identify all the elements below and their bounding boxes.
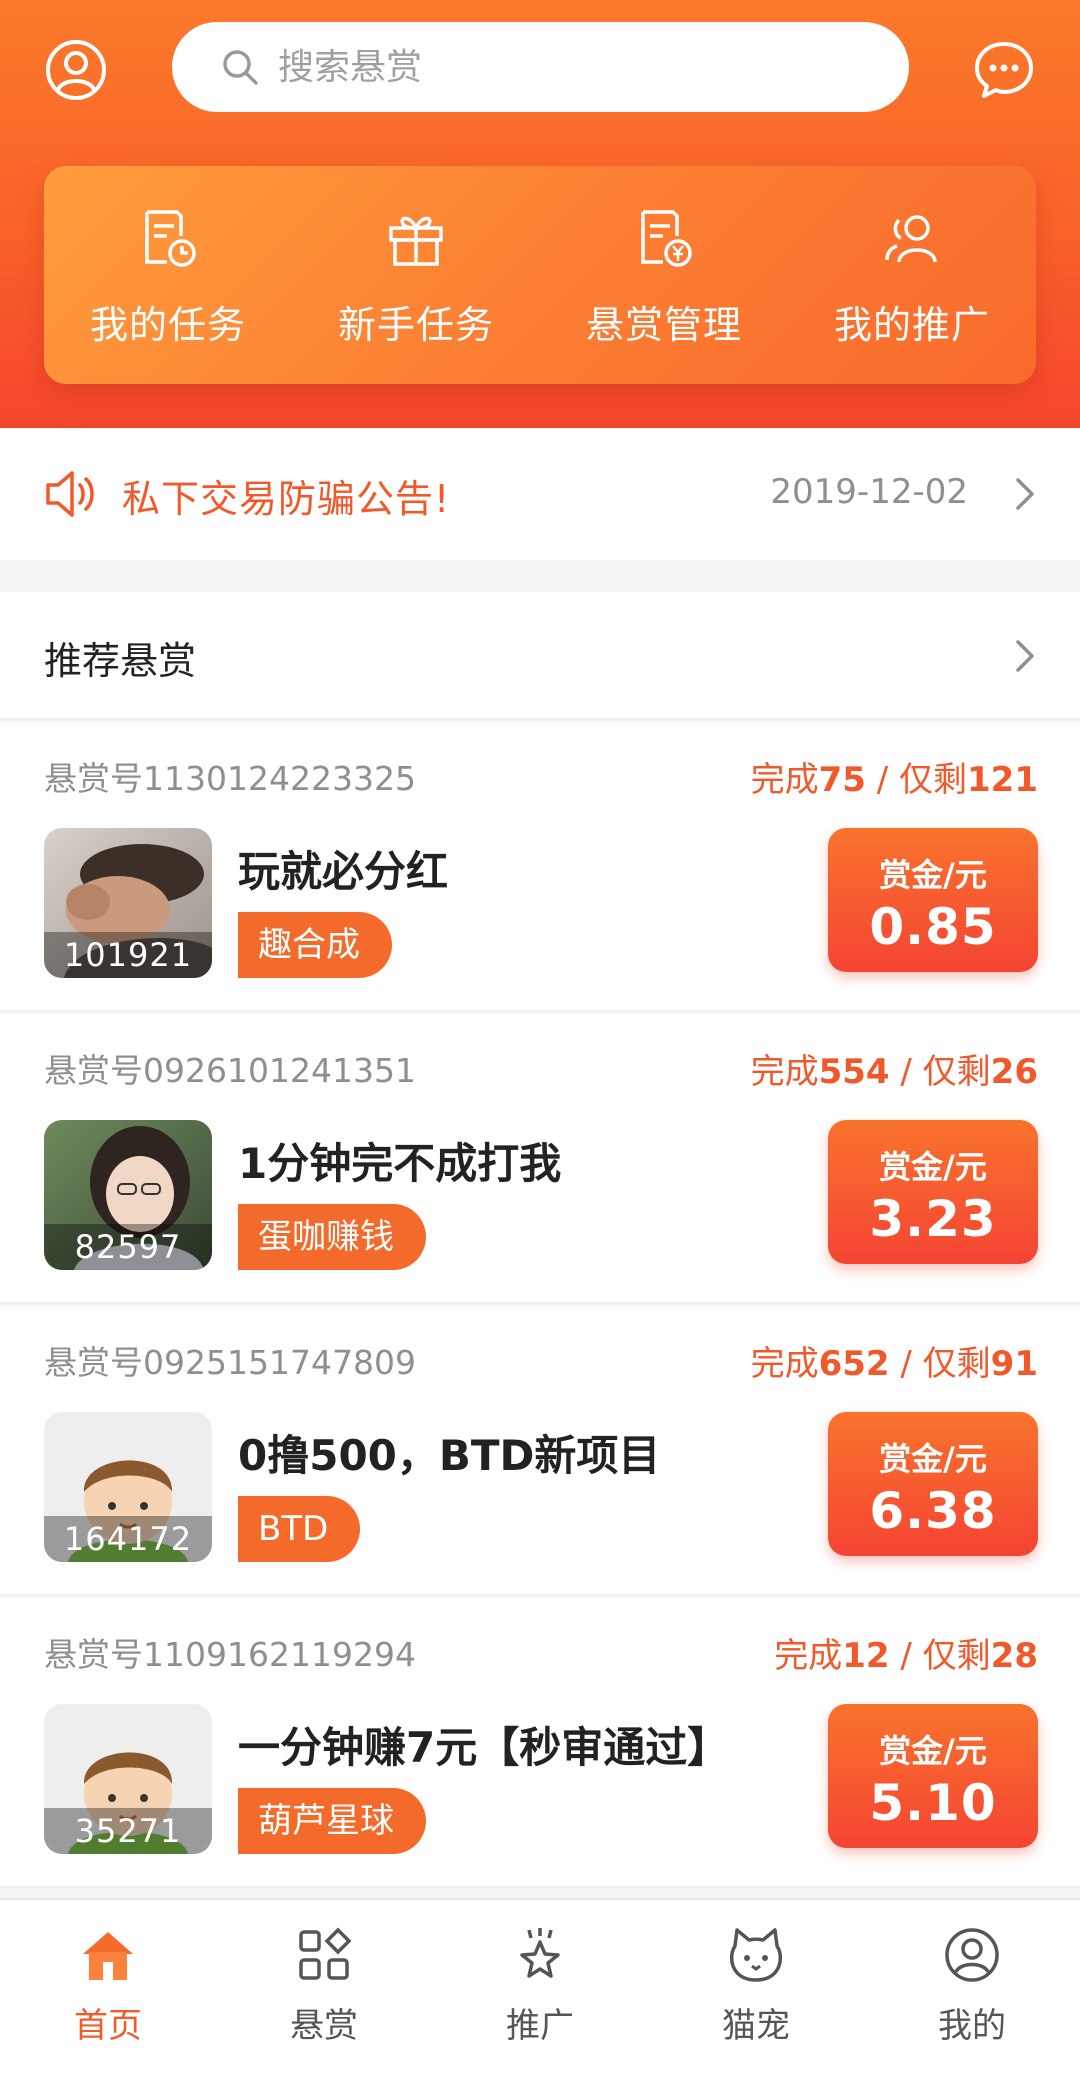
notice-date: 2019-12-02 bbox=[770, 472, 968, 512]
profile-icon bbox=[945, 1928, 999, 1982]
reward-badge[interactable]: 赏金/元 3.23 bbox=[828, 1120, 1038, 1264]
nav-label: 猫宠 bbox=[722, 2006, 790, 2046]
task-title: 1分钟完不成打我 bbox=[238, 1139, 562, 1188]
grid-icon bbox=[299, 1927, 352, 1980]
profile-button[interactable] bbox=[44, 38, 108, 102]
reward-label: 赏金/元 bbox=[879, 1148, 987, 1186]
quick-label: 我的任务 bbox=[89, 303, 246, 347]
task-tag: 蛋咖赚钱 bbox=[238, 1204, 426, 1270]
reward-badge[interactable]: 赏金/元 0.85 bbox=[828, 828, 1038, 972]
reward-value: 6.38 bbox=[869, 1482, 997, 1540]
bottom-nav: 首页 悬赏 推广 猫宠 我的 bbox=[0, 1898, 1080, 2086]
reward-label: 赏金/元 bbox=[879, 1440, 987, 1478]
nav-label: 悬赏 bbox=[290, 2006, 358, 2046]
reward-value: 5.10 bbox=[869, 1774, 997, 1832]
cat-icon bbox=[729, 1928, 783, 1982]
nav-mine[interactable]: 我的 bbox=[864, 1900, 1080, 2086]
search-input[interactable] bbox=[278, 46, 858, 88]
nav-label: 首页 bbox=[74, 2006, 142, 2046]
task-id: 悬赏号0926101241351 bbox=[44, 1051, 416, 1090]
task-thumbnail: 35271 bbox=[44, 1704, 212, 1854]
reward-value: 3.23 bbox=[869, 1190, 997, 1248]
gift-icon bbox=[389, 216, 443, 266]
chevron-right-icon bbox=[1016, 478, 1034, 510]
task-clock-icon bbox=[145, 210, 196, 267]
quick-my-promotion[interactable]: 我的推广 bbox=[788, 166, 1036, 384]
recommended-header[interactable]: 推荐悬赏 bbox=[0, 592, 1080, 720]
nav-home[interactable]: 首页 bbox=[0, 1900, 216, 2086]
user-circle-icon bbox=[46, 40, 106, 100]
reward-value: 0.85 bbox=[869, 898, 997, 956]
reward-doc-icon bbox=[641, 210, 692, 267]
task-id: 悬赏号1130124223325 bbox=[44, 759, 416, 798]
task-tag: BTD bbox=[238, 1496, 361, 1562]
quick-label: 新手任务 bbox=[337, 303, 494, 347]
task-item[interactable]: 悬赏号1130124223325 完成75 / 仅剩121 101921 玩就必… bbox=[0, 722, 1080, 1012]
quick-my-tasks[interactable]: 我的任务 bbox=[44, 166, 292, 384]
quick-actions-card: 我的任务 新手任务 悬赏管理 我的推广 bbox=[44, 166, 1036, 384]
nav-cat-pet[interactable]: 猫宠 bbox=[648, 1900, 864, 2086]
task-title: 0撸500，BTD新项目 bbox=[238, 1431, 661, 1480]
task-title: 玩就必分红 bbox=[238, 847, 449, 896]
reward-badge[interactable]: 赏金/元 6.38 bbox=[828, 1412, 1038, 1556]
task-progress: 完成554 / 仅剩26 bbox=[750, 1052, 1038, 1092]
quick-reward-manage[interactable]: 悬赏管理 bbox=[540, 166, 788, 384]
users-icon bbox=[885, 215, 937, 263]
speaker-icon bbox=[46, 471, 94, 517]
nav-reward[interactable]: 悬赏 bbox=[216, 1900, 432, 2086]
home-icon bbox=[83, 1932, 133, 1980]
task-thumbnail: 101921 bbox=[44, 828, 212, 978]
quick-label: 悬赏管理 bbox=[585, 303, 742, 347]
task-thumbnail: 82597 bbox=[44, 1120, 212, 1270]
reward-label: 赏金/元 bbox=[879, 1732, 987, 1770]
task-thumbnail: 164172 bbox=[44, 1412, 212, 1562]
task-item[interactable]: 悬赏号0925151747809 完成652 / 仅剩91 164172 0撸5… bbox=[0, 1306, 1080, 1596]
search-bar[interactable] bbox=[172, 22, 909, 112]
task-progress: 完成75 / 仅剩121 bbox=[750, 760, 1038, 800]
reward-badge[interactable]: 赏金/元 5.10 bbox=[828, 1704, 1038, 1848]
chat-bubble-icon bbox=[975, 42, 1033, 98]
reward-label: 赏金/元 bbox=[879, 856, 987, 894]
chevron-right-icon bbox=[1016, 640, 1034, 672]
star-icon bbox=[520, 1928, 560, 1978]
task-item[interactable]: 悬赏号1109162119294 完成12 / 仅剩28 35271 一分钟赚7… bbox=[0, 1598, 1080, 1888]
task-progress: 完成652 / 仅剩91 bbox=[750, 1344, 1038, 1384]
task-progress: 完成12 / 仅剩28 bbox=[774, 1636, 1038, 1676]
notice-text: 私下交易防骗公告! bbox=[122, 477, 451, 521]
nav-label: 我的 bbox=[938, 2006, 1006, 2046]
task-tag: 葫芦星球 bbox=[238, 1788, 426, 1854]
quick-newbie-tasks[interactable]: 新手任务 bbox=[292, 166, 540, 384]
nav-label: 推广 bbox=[506, 2006, 574, 2046]
header: 我的任务 新手任务 悬赏管理 bbox=[0, 0, 1080, 428]
task-id: 悬赏号1109162119294 bbox=[44, 1635, 416, 1674]
participant-count: 101921 bbox=[44, 932, 212, 978]
participant-count: 164172 bbox=[44, 1516, 212, 1562]
nav-promotion[interactable]: 推广 bbox=[432, 1900, 648, 2086]
task-item[interactable]: 悬赏号0926101241351 完成554 / 仅剩26 82597 1分钟完… bbox=[0, 1014, 1080, 1304]
task-tag: 趣合成 bbox=[238, 912, 392, 978]
message-button[interactable] bbox=[972, 38, 1036, 102]
participant-count: 82597 bbox=[44, 1224, 212, 1270]
task-id: 悬赏号0925151747809 bbox=[44, 1343, 416, 1382]
quick-label: 我的推广 bbox=[833, 303, 990, 347]
task-title: 一分钟赚7元【秒审通过】 bbox=[238, 1723, 730, 1772]
participant-count: 35271 bbox=[44, 1808, 212, 1854]
section-title: 推荐悬赏 bbox=[44, 639, 197, 683]
search-icon bbox=[223, 50, 258, 85]
notice-bar[interactable]: 私下交易防骗公告! 2019-12-02 bbox=[0, 428, 1080, 560]
